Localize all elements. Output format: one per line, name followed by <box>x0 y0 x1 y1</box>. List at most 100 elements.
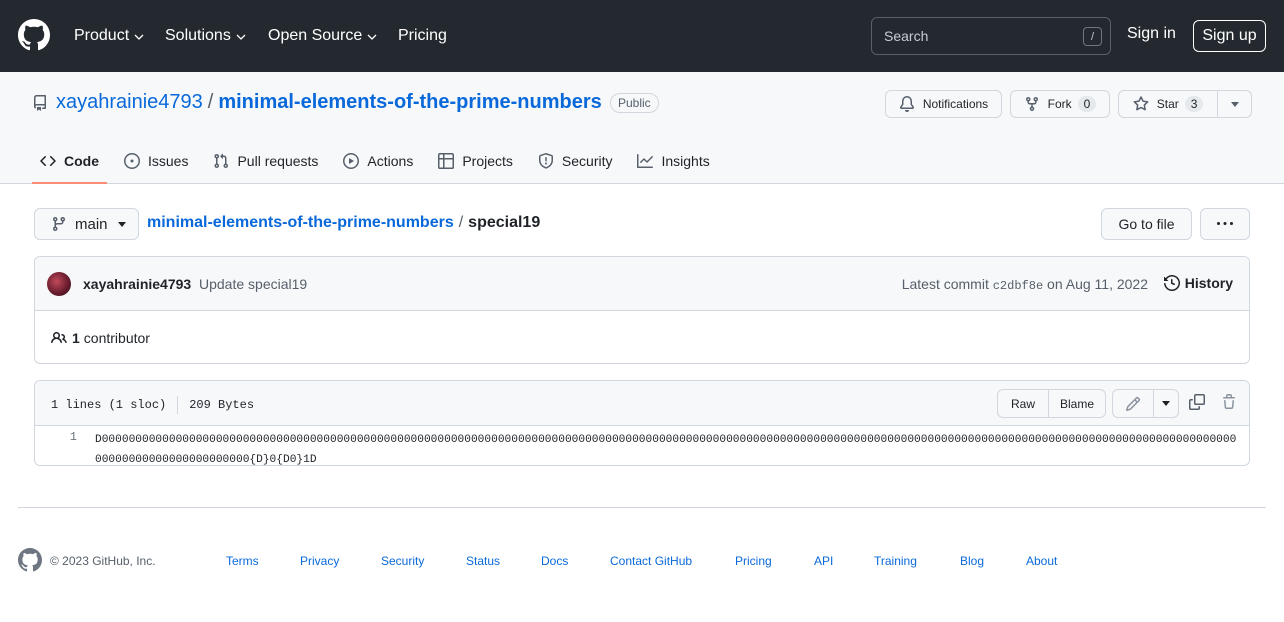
commit-author-link[interactable]: xayahrainie4793 <box>83 276 191 292</box>
line-number[interactable]: 1 <box>35 430 77 444</box>
latest-commit-box: xayahrainie4793 Update special19 Latest … <box>34 256 1250 364</box>
tab-projects[interactable]: Projects <box>430 138 521 184</box>
nav-solutions[interactable]: Solutions <box>165 25 246 47</box>
issue-opened-icon <box>124 153 140 169</box>
file-header: 1 lines (1 sloc) 209 Bytes Raw Blame <box>35 381 1249 426</box>
commit-message-link[interactable]: Update special19 <box>199 276 307 292</box>
trash-icon[interactable] <box>1221 394 1237 410</box>
search-input[interactable] <box>884 27 1074 45</box>
tab-insights-label: Insights <box>661 153 710 169</box>
tab-security-label: Security <box>561 153 613 169</box>
footer-copyright: © 2023 GitHub, Inc. <box>50 554 156 568</box>
search-shortcut-key: / <box>1083 27 1102 46</box>
nav-product-label: Product <box>74 27 130 44</box>
nav-open-source[interactable]: Open Source <box>268 25 377 47</box>
footer-divider <box>18 507 1266 508</box>
repo-title-separator: / <box>207 91 214 113</box>
footer-link-docs[interactable]: Docs <box>541 554 568 568</box>
file-info-divider <box>177 396 179 414</box>
chevron-down-icon <box>134 34 144 40</box>
table-icon <box>438 153 455 169</box>
breadcrumb: minimal-elements-of-the-prime-numbers / … <box>147 214 540 232</box>
tab-projects-label: Projects <box>462 153 513 169</box>
raw-blame-group: Raw Blame <box>997 389 1106 418</box>
tab-actions[interactable]: Actions <box>335 138 421 184</box>
graph-icon <box>637 154 654 168</box>
repo-header: xayahrainie4793 / minimal-elements-of-th… <box>0 72 1284 184</box>
repo-name-link[interactable]: minimal-elements-of-the-prime-numbers <box>218 91 601 114</box>
play-icon <box>343 153 360 169</box>
footer-link-pricing[interactable]: Pricing <box>735 554 772 568</box>
tab-issues-label: Issues <box>148 153 189 169</box>
nav-pricing[interactable]: Pricing <box>398 25 447 47</box>
star-button[interactable]: Star 3 <box>1119 91 1219 117</box>
kebab-horizontal-icon <box>1217 222 1233 225</box>
raw-button[interactable]: Raw <box>998 390 1048 417</box>
star-lists-dropdown[interactable] <box>1218 91 1251 117</box>
nav-pricing-label: Pricing <box>398 27 447 44</box>
more-options-button[interactable] <box>1200 208 1250 240</box>
fork-count: 0 <box>1077 96 1097 112</box>
tab-code[interactable]: Code <box>32 138 107 184</box>
tab-security[interactable]: Security <box>530 138 621 184</box>
blame-button[interactable]: Blame <box>1048 390 1105 417</box>
footer-link-about[interactable]: About <box>1026 554 1057 568</box>
git-pull-request-icon <box>214 153 229 169</box>
global-header: Product Solutions Open Source Pricing / … <box>0 0 1284 72</box>
shield-icon <box>538 153 553 169</box>
chevron-down-icon <box>367 34 377 40</box>
notifications-button[interactable]: Notifications <box>885 90 1002 118</box>
tab-actions-label: Actions <box>367 153 414 169</box>
tab-pull-requests[interactable]: Pull requests <box>205 138 326 184</box>
people-icon <box>51 331 67 344</box>
branch-select-button[interactable]: main <box>34 208 139 240</box>
footer-link-training[interactable]: Training <box>874 554 917 568</box>
tab-code-label: Code <box>64 153 99 169</box>
line-code: D000000000000000000000000000000000000000… <box>95 434 1237 466</box>
file-viewer: 1 lines (1 sloc) 209 Bytes Raw Blame 1 D… <box>34 380 1250 466</box>
fork-button[interactable]: Fork 0 <box>1010 90 1110 118</box>
repo-owner-link[interactable]: xayahrainie4793 <box>56 91 203 114</box>
footer-link-security[interactable]: Security <box>381 554 424 568</box>
footer-link-api[interactable]: API <box>814 554 833 568</box>
fork-label: Fork <box>1047 97 1072 111</box>
github-logo-icon[interactable] <box>18 19 50 51</box>
history-link[interactable]: History <box>1163 275 1233 291</box>
nav-product[interactable]: Product <box>74 25 144 47</box>
file-size: 209 Bytes <box>189 398 255 412</box>
bell-icon <box>899 96 914 112</box>
search-box[interactable]: / <box>871 17 1111 55</box>
edit-options-dropdown[interactable] <box>1152 390 1178 417</box>
contributors-summary[interactable]: 1 contributor <box>51 330 150 346</box>
footer-link-status[interactable]: Status <box>466 554 500 568</box>
footer-link-blog[interactable]: Blog <box>960 554 984 568</box>
code-icon <box>40 155 56 167</box>
triangle-down-icon <box>1161 401 1170 406</box>
footer-link-privacy[interactable]: Privacy <box>300 554 339 568</box>
breadcrumb-repo-link[interactable]: minimal-elements-of-the-prime-numbers <box>147 214 454 232</box>
copy-icon[interactable] <box>1189 394 1205 410</box>
footer-link-terms[interactable]: Terms <box>226 554 259 568</box>
visibility-badge: Public <box>610 93 659 113</box>
tab-issues[interactable]: Issues <box>116 138 196 184</box>
avatar[interactable] <box>47 272 71 296</box>
commit-sha-link[interactable]: c2dbf8e <box>993 279 1043 293</box>
tab-insights[interactable]: Insights <box>629 138 717 184</box>
triangle-down-icon <box>117 221 126 227</box>
go-to-file-button[interactable]: Go to file <box>1101 208 1192 240</box>
github-mark-icon[interactable] <box>18 548 42 572</box>
edit-file-button[interactable] <box>1113 390 1153 417</box>
sign-in-link[interactable]: Sign in <box>1127 25 1176 43</box>
edit-button-group <box>1112 389 1179 418</box>
pencil-icon <box>1125 396 1140 411</box>
repo-icon <box>34 95 46 111</box>
star-count: 3 <box>1184 96 1204 112</box>
history-label: History <box>1184 275 1233 291</box>
sign-up-button[interactable]: Sign up <box>1193 20 1266 52</box>
breadcrumb-file-name: special19 <box>468 214 541 231</box>
footer-link-contact-github[interactable]: Contact GitHub <box>610 554 692 568</box>
repo-title: xayahrainie4793 / minimal-elements-of-th… <box>56 91 602 114</box>
breadcrumb-separator: / <box>458 214 464 231</box>
contributors-label: contributor <box>83 330 150 346</box>
history-icon <box>1163 275 1180 291</box>
